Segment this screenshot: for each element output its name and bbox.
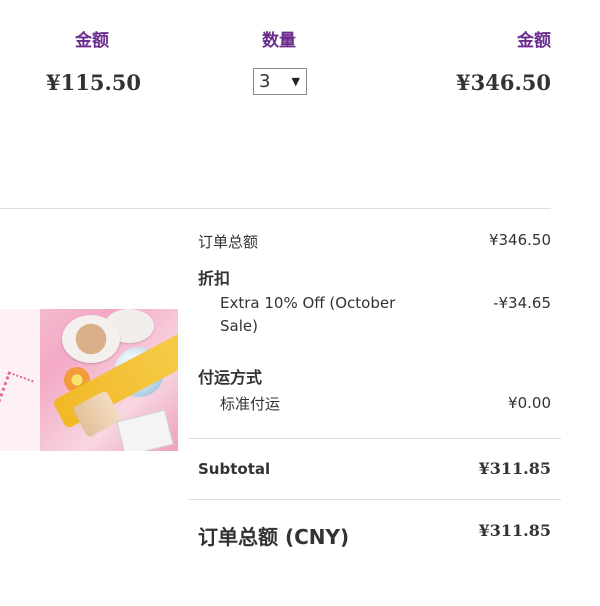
subtotal-divider	[188, 438, 561, 439]
shipping-name: 标准付运	[220, 395, 281, 413]
shipping-value: ¥0.00	[508, 394, 551, 412]
chevron-down-icon: ▼	[291, 75, 300, 88]
grand-total-divider	[188, 499, 561, 500]
promo-banner-image	[0, 309, 178, 451]
quantity-select[interactable]: 3 ▼	[253, 68, 307, 95]
summary-divider-top	[0, 208, 551, 209]
discount-heading: 折扣	[198, 269, 231, 288]
order-total-label: 订单总额	[198, 233, 259, 251]
discount-value: -¥34.65	[493, 294, 551, 312]
subtotal-label: Subtotal	[198, 460, 271, 478]
grand-total-label: 订单总额 (CNY)	[198, 525, 350, 549]
shipping-heading: 付运方式	[198, 368, 263, 387]
grand-total-value: ¥311.85	[478, 521, 551, 540]
quantity-column-header: 数量	[262, 31, 296, 51]
subtotal-value: ¥311.85	[478, 459, 551, 478]
price-column-header: 金额	[75, 31, 109, 51]
discount-name: Extra 10% Off (October Sale)	[220, 294, 396, 335]
line-total: ¥346.50	[456, 70, 551, 95]
unit-price: ¥115.50	[46, 70, 141, 95]
quantity-value: 3	[259, 71, 271, 92]
amount-column-header: 金额	[517, 31, 551, 51]
order-total-value: ¥346.50	[488, 231, 551, 249]
